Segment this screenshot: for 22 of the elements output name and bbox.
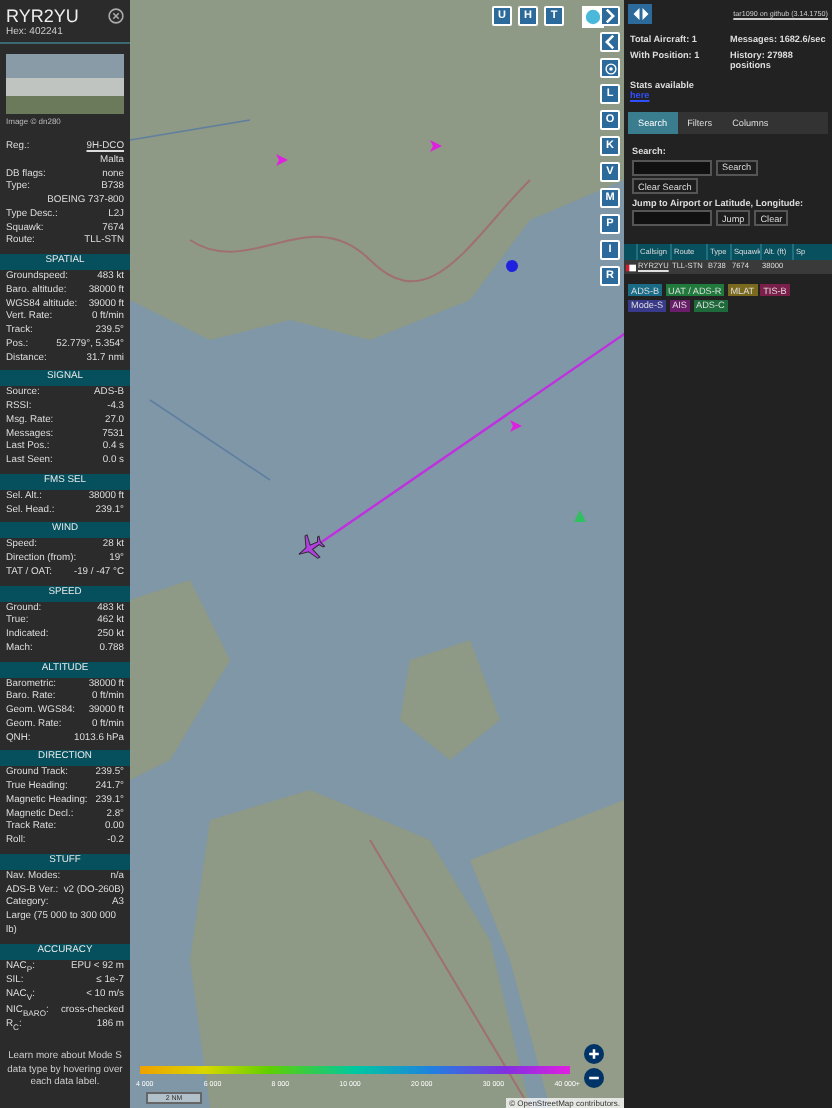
aircraft-marker-icon[interactable] bbox=[510, 420, 522, 432]
aircraft-marker-icon[interactable] bbox=[574, 510, 586, 522]
plus-icon bbox=[586, 1046, 602, 1062]
chevron-right-icon bbox=[602, 8, 618, 24]
aircraft-marker-icon[interactable] bbox=[430, 140, 442, 152]
expand-arrows-icon bbox=[631, 8, 649, 20]
settings-button[interactable] bbox=[600, 58, 620, 78]
aircraft-marker-icon[interactable] bbox=[506, 260, 518, 272]
globe-icon bbox=[584, 8, 602, 26]
jump-field[interactable] bbox=[632, 210, 712, 226]
flag-icon bbox=[625, 263, 635, 271]
close-icon[interactable] bbox=[108, 8, 124, 24]
aircraft-marker-icon[interactable] bbox=[276, 154, 288, 166]
settings-icon bbox=[603, 61, 617, 75]
photo-placeholder bbox=[6, 54, 124, 114]
chevron-left-icon bbox=[602, 34, 618, 50]
search-field[interactable] bbox=[632, 159, 712, 175]
panel-toggle-button[interactable] bbox=[628, 4, 652, 24]
collapse-button[interactable] bbox=[600, 32, 620, 52]
expand-button[interactable] bbox=[600, 6, 620, 26]
callsign-title: RYR2YU bbox=[6, 6, 79, 26]
aircraft-icon[interactable] bbox=[294, 532, 326, 564]
